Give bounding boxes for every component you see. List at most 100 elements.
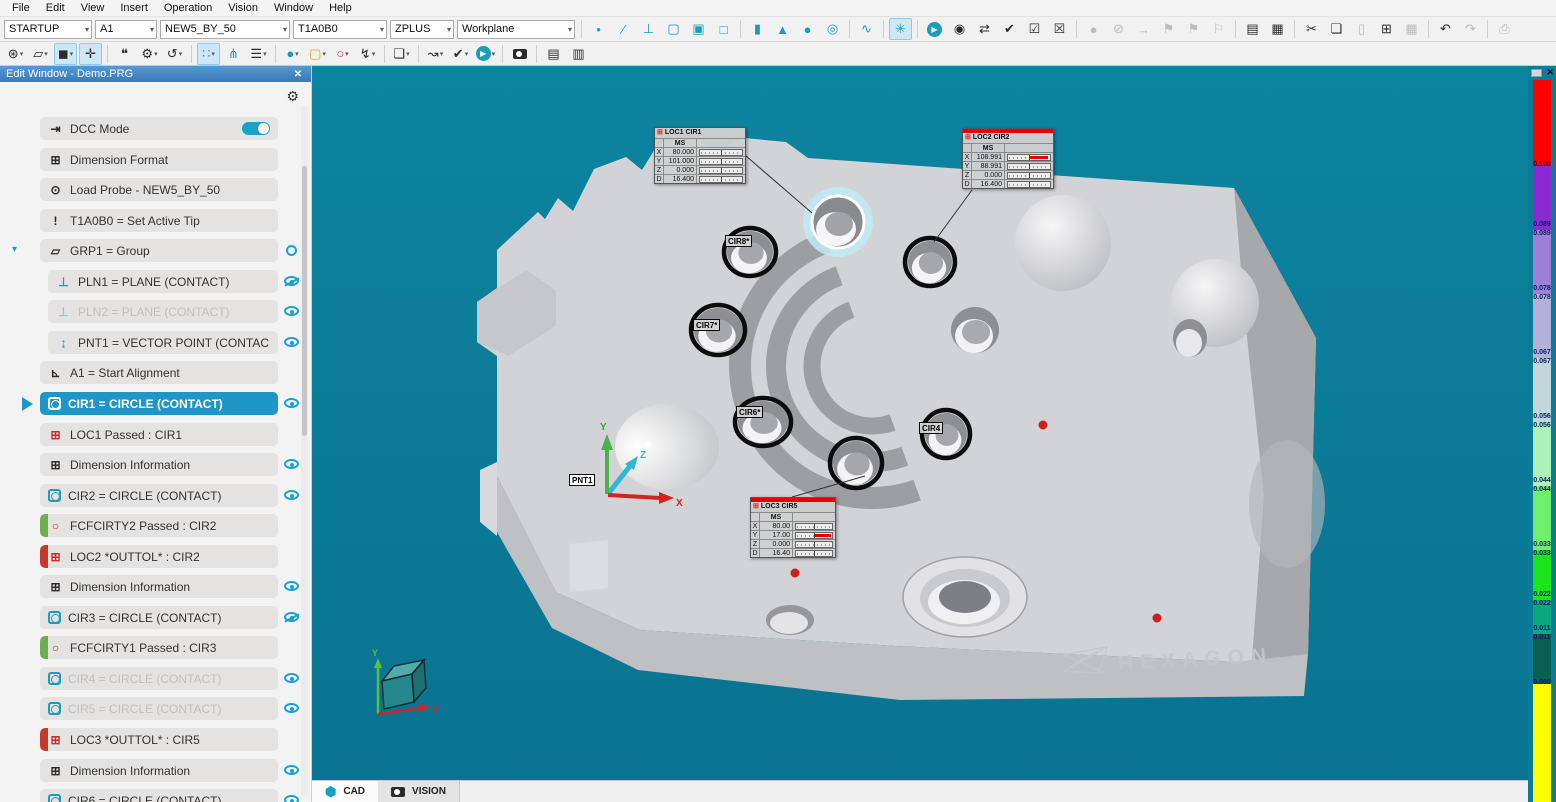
gage-display-icon[interactable]: ▤ bbox=[542, 43, 565, 65]
loop-icon[interactable]: ⇄ bbox=[973, 18, 996, 40]
redo-icon[interactable]: ↷ bbox=[1459, 18, 1482, 40]
menu-window[interactable]: Window bbox=[266, 1, 321, 15]
menu-insert[interactable]: Insert bbox=[112, 1, 156, 15]
measurement-callout-loc3-cir5[interactable]: ⊞LOC3 CIR5MSX80.00Y17.00Z0.000D16.40 bbox=[750, 497, 836, 558]
cone-icon[interactable]: ▲ bbox=[771, 18, 794, 40]
sphere-icon[interactable]: ● bbox=[796, 18, 819, 40]
menu-file[interactable]: File bbox=[4, 1, 38, 15]
measurement-callout-loc1-cir1[interactable]: ⊞LOC1 CIR1MSX80.000Y101.000Z0.000D16.400 bbox=[654, 127, 746, 184]
close-icon[interactable]: ✕ bbox=[291, 69, 305, 80]
gear-icon[interactable]: ⚙ bbox=[286, 88, 299, 105]
script-item-dimension[interactable]: ⊞Dimension Format bbox=[40, 148, 278, 171]
pan-view-icon[interactable]: ✛ bbox=[79, 43, 102, 65]
panel-scrollbar-thumb[interactable] bbox=[302, 166, 307, 436]
eye-icon[interactable] bbox=[284, 765, 299, 775]
menu-operation[interactable]: Operation bbox=[156, 1, 220, 15]
script-item-grp1[interactable]: ▱GRP1 = Group bbox=[40, 239, 278, 262]
eye-off-icon[interactable] bbox=[284, 612, 299, 622]
report-template-icon[interactable]: ▦ bbox=[1266, 18, 1289, 40]
script-item-pnt1[interactable]: ↨PNT1 = VECTOR POINT (CONTAC bbox=[48, 331, 278, 354]
eye-icon[interactable] bbox=[284, 337, 299, 347]
workplane-label-combo[interactable]: Workplane▾ bbox=[457, 20, 575, 39]
play-icon[interactable]: ▶▾ bbox=[474, 43, 497, 65]
eye-icon[interactable] bbox=[284, 306, 299, 316]
verify-icon[interactable]: ✔▾ bbox=[449, 43, 472, 65]
tab-cad[interactable]: ⬢CAD bbox=[312, 781, 378, 802]
mark-done-icon[interactable]: ✔ bbox=[998, 18, 1021, 40]
script-item-loc2[interactable]: ⊞LOC2 *OUTTOL* : CIR2 bbox=[40, 545, 278, 568]
script-item-dimension[interactable]: ⊞Dimension Information bbox=[40, 575, 278, 598]
measurement-path-icon[interactable]: ↝▾ bbox=[424, 43, 447, 65]
eye-icon[interactable] bbox=[284, 490, 299, 500]
paste-special-icon[interactable]: ⊞ bbox=[1375, 18, 1398, 40]
rotate-view-icon[interactable]: ↺▾ bbox=[163, 43, 186, 65]
script-item-loc3[interactable]: ⊞LOC3 *OUTTOL* : CIR5 bbox=[40, 728, 278, 751]
feature-tag-cir8[interactable]: CIR8* bbox=[725, 235, 752, 247]
menu-help[interactable]: Help bbox=[321, 1, 360, 15]
machine-probe-icon[interactable]: ⊛▾ bbox=[4, 43, 27, 65]
stop-icon[interactable]: ● bbox=[1082, 18, 1105, 40]
round-slot-icon[interactable]: ▣ bbox=[687, 18, 710, 40]
comment-icon[interactable]: ❝ bbox=[113, 43, 136, 65]
tolerance-circle-icon[interactable]: ○▾ bbox=[331, 43, 354, 65]
wireframe-view-icon[interactable]: ▱▾ bbox=[29, 43, 52, 65]
copy-icon[interactable]: ❏ bbox=[1325, 18, 1348, 40]
script-item-fcfcirty2[interactable]: ○FCFCIRTY2 Passed : CIR2 bbox=[40, 514, 278, 537]
script-item-pln1[interactable]: ⊥PLN1 = PLANE (CONTACT) bbox=[48, 270, 278, 293]
script-item-loc1[interactable]: ⊞LOC1 Passed : CIR1 bbox=[40, 423, 278, 446]
script-item-t1a0b0[interactable]: !T1A0B0 = Set Active Tip bbox=[40, 209, 278, 232]
feature-list-icon[interactable]: ☰▾ bbox=[247, 43, 270, 65]
torus-icon[interactable]: ◎ bbox=[821, 18, 844, 40]
view-orientation-icon[interactable]: ∷▾ bbox=[197, 43, 220, 65]
feature-tag-pnt1[interactable]: PNT1 bbox=[569, 474, 595, 486]
workplane-combo[interactable]: ZPLUS▾ bbox=[390, 20, 454, 39]
eye-icon[interactable] bbox=[286, 245, 297, 256]
script-item-fcfcirty1[interactable]: ○FCFCIRTY1 Passed : CIR3 bbox=[40, 636, 278, 659]
circle-feature-icon[interactable]: ▢ bbox=[662, 18, 685, 40]
clipboard-icon[interactable]: ▦ bbox=[1400, 18, 1423, 40]
undo-icon[interactable]: ↶ bbox=[1434, 18, 1457, 40]
script-item-cir6[interactable]: CIR6 = CIRCLE (CONTACT) bbox=[40, 789, 278, 802]
point-icon[interactable]: • bbox=[587, 18, 610, 40]
script-item-a1[interactable]: ⊾A1 = Start Alignment bbox=[40, 361, 278, 384]
script-item-cir5[interactable]: CIR5 = CIRCLE (CONTACT) bbox=[40, 697, 278, 720]
tab-vision[interactable]: VISION bbox=[378, 781, 460, 802]
execute-icon[interactable]: ▶ bbox=[923, 18, 946, 40]
collapse-caret-icon[interactable]: ▾ bbox=[12, 244, 17, 255]
feature-tag-cir4[interactable]: CIR4 bbox=[919, 422, 943, 434]
camera-icon[interactable] bbox=[508, 43, 531, 65]
probe-file-combo[interactable]: NEW5_BY_50▾ bbox=[160, 20, 290, 39]
script-item-pln2[interactable]: ⊥PLN2 = PLANE (CONTACT) bbox=[48, 300, 278, 323]
script-item-dimension[interactable]: ⊞Dimension Information bbox=[40, 759, 278, 782]
print-icon[interactable]: ⎙ bbox=[1493, 18, 1516, 40]
continue-icon[interactable]: → bbox=[1132, 18, 1155, 40]
eye-icon[interactable] bbox=[284, 581, 299, 591]
eye-icon[interactable] bbox=[284, 459, 299, 469]
tip-combo[interactable]: T1A0B0▾ bbox=[293, 20, 387, 39]
eye-icon[interactable] bbox=[284, 673, 299, 683]
script-item-cir1[interactable]: CIR1 = CIRCLE (CONTACT) bbox=[40, 392, 278, 415]
panel-scrollbar[interactable] bbox=[301, 106, 308, 796]
eye-off-icon[interactable] bbox=[284, 276, 299, 286]
feature-tag-cir6[interactable]: CIR6* bbox=[736, 406, 763, 418]
quick-start-icon[interactable]: ↯▾ bbox=[356, 43, 379, 65]
report-icon[interactable]: ▤ bbox=[1241, 18, 1264, 40]
square-slot-icon[interactable]: □ bbox=[712, 18, 735, 40]
probe-path-icon[interactable]: ⋔ bbox=[222, 43, 245, 65]
dcc-mode-toggle[interactable] bbox=[242, 122, 270, 135]
menu-edit[interactable]: Edit bbox=[38, 1, 73, 15]
eye-icon[interactable] bbox=[284, 398, 299, 408]
startup-combo[interactable]: STARTUP▾ bbox=[4, 20, 92, 39]
eye-icon[interactable] bbox=[284, 795, 299, 802]
cut-icon[interactable]: ✂ bbox=[1300, 18, 1323, 40]
graph-display-icon[interactable]: ▥ bbox=[567, 43, 590, 65]
bookmark-icon[interactable]: ⚑ bbox=[1157, 18, 1180, 40]
script-item-cir3[interactable]: CIR3 = CIRCLE (CONTACT) bbox=[40, 606, 278, 629]
unmark-doc-icon[interactable]: ☒ bbox=[1048, 18, 1071, 40]
copy-view-icon[interactable]: ❏▾ bbox=[390, 43, 413, 65]
line-icon[interactable]: ∕ bbox=[612, 18, 635, 40]
bookmark-remove-icon[interactable]: ⚐ bbox=[1207, 18, 1230, 40]
script-item-dimension[interactable]: ⊞Dimension Information bbox=[40, 453, 278, 476]
close-icon[interactable]: ✕ bbox=[1546, 67, 1554, 78]
stock-icon[interactable]: ▢▾ bbox=[306, 43, 329, 65]
